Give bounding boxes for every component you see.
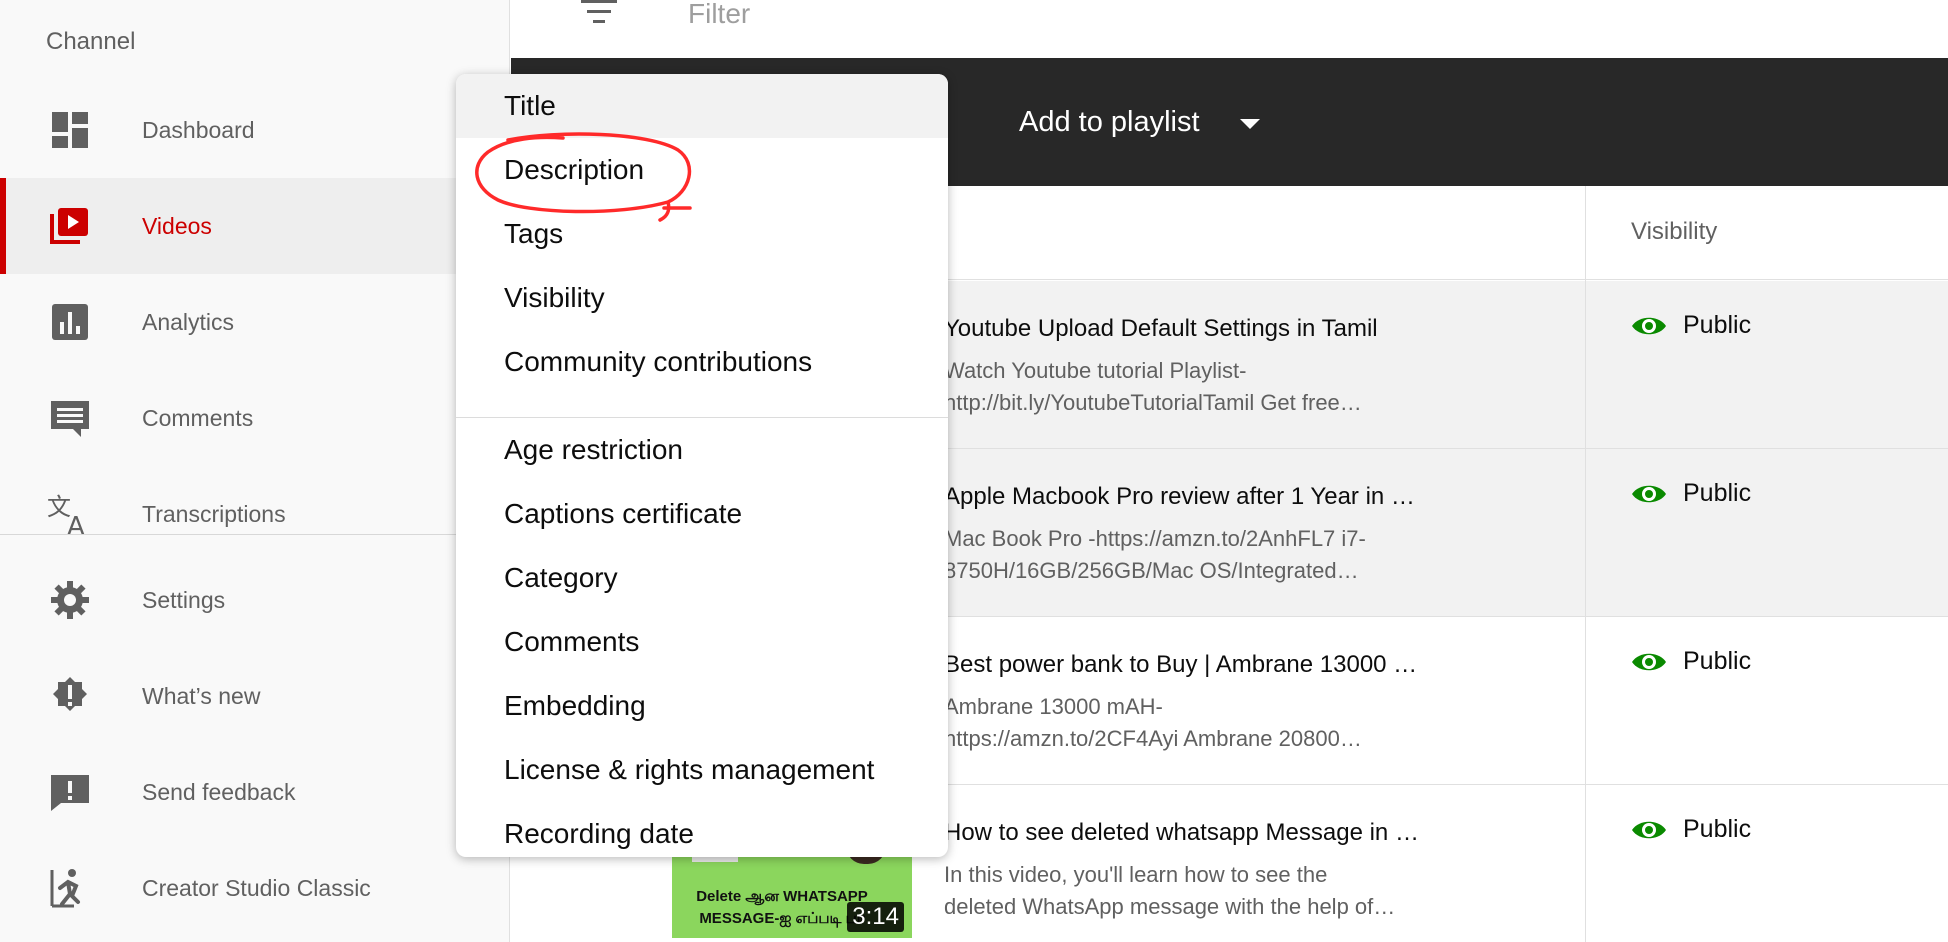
description-line: Ambrane 13000 mAH- [944,694,1163,719]
chevron-down-icon [1239,119,1260,129]
video-title[interactable]: Youtube Upload Default Settings in Tamil [944,315,1378,343]
sidebar-item-label: Send feedback [142,778,296,805]
sidebar-item-label: Settings [142,586,226,613]
sidebar-item-label: Analytics [142,308,235,335]
menu-item-recording-date[interactable]: Recording date [456,802,948,857]
feedback-icon [46,768,94,816]
gear-icon [46,576,94,624]
edit-field-dropdown: Title Description Tags Visibility Commun… [456,74,948,857]
description-line: deleted WhatsApp message with the help o… [944,894,1396,919]
menu-item-tags[interactable]: Tags [456,202,948,266]
sidebar-item-label: Transcriptions [142,500,286,527]
description-line: Mac Book Pro -https://amzn.to/2AnhFL7 i7… [944,526,1366,551]
eye-icon [1632,317,1666,334]
eye-icon [1632,485,1666,502]
eye-icon [1632,821,1666,838]
menu-item-visibility[interactable]: Visibility [456,266,948,330]
menu-item-comments[interactable]: Comments [456,610,948,674]
video-title[interactable]: Apple Macbook Pro review after 1 Year in… [944,483,1415,511]
visibility-column-header[interactable]: Visibility [1631,218,1717,246]
visibility-cell[interactable]: Public [1631,479,1751,508]
sidebar-item-label: Dashboard [142,116,255,143]
menu-item-community-contributions[interactable]: Community contributions [456,330,948,394]
sidebar-item-transcriptions[interactable]: 文A Transcriptions [0,466,510,562]
sidebar-item-send-feedback[interactable]: Send feedback [0,744,510,840]
description-line: http://bit.ly/YoutubeTutorialTamil Get f… [944,390,1362,415]
sidebar-item-label: Comments [142,404,254,431]
whats-new-icon [46,672,94,720]
filter-icon[interactable] [579,0,619,28]
menu-item-age-restriction[interactable]: Age restriction [456,418,948,482]
sidebar-item-label: Videos [142,212,212,239]
analytics-icon [46,298,94,346]
description-line: In this video, you'll learn how to see t… [944,862,1328,887]
visibility-cell[interactable]: Public [1631,311,1751,340]
dashboard-icon [46,106,94,154]
menu-item-category[interactable]: Category [456,546,948,610]
eye-icon [1632,653,1666,670]
visibility-cell[interactable]: Public [1631,815,1751,844]
sidebar-heading: Channel [46,28,136,55]
video-description: In this video, you'll learn how to see t… [944,859,1464,923]
visibility-status: Public [1683,815,1752,843]
description-line: https://amzn.to/2CF4Ayi Ambrane 20800… [944,726,1362,751]
visibility-cell[interactable]: Public [1631,647,1751,676]
comments-icon [46,394,94,442]
visibility-status: Public [1683,311,1752,339]
sidebar-item-comments[interactable]: Comments [0,370,510,466]
menu-item-embedding[interactable]: Embedding [456,674,948,738]
filter-input[interactable]: Filter [688,0,750,30]
description-line: Watch Youtube tutorial Playlist- [944,358,1247,383]
sidebar-item-whats-new[interactable]: What’s new [0,648,510,744]
translate-icon: 文A [46,490,94,538]
video-description: Watch Youtube tutorial Playlist- http://… [944,355,1464,419]
youtube-studio-app: Channel Dashboard Videos Analytics Comme… [0,0,1948,942]
visibility-status: Public [1683,479,1752,507]
add-to-playlist-label: Add to playlist [1019,105,1200,138]
menu-item-captions-certificate[interactable]: Captions certificate [456,482,948,546]
video-duration: 3:14 [847,902,904,932]
sidebar-item-creator-studio-classic[interactable]: Creator Studio Classic [0,840,510,936]
video-title[interactable]: How to see deleted whatsapp Message in … [944,819,1419,847]
exit-icon [46,864,94,912]
sidebar-item-analytics[interactable]: Analytics [0,274,510,370]
active-indicator [0,178,6,274]
filter-bar[interactable]: Filter [511,0,1948,58]
sidebar-item-settings[interactable]: Settings [0,552,510,648]
description-line: 8750H/16GB/256GB/Mac OS/Integrated… [944,558,1359,583]
videos-icon [46,202,94,250]
add-to-playlist-button[interactable]: Add to playlist [1019,102,1260,142]
sidebar-item-videos[interactable]: Videos [0,178,510,274]
menu-item-title[interactable]: Title [456,74,948,138]
column-divider [1585,186,1586,942]
sidebar: Channel Dashboard Videos Analytics Comme… [0,0,510,942]
sidebar-item-label: What’s new [142,682,261,709]
menu-item-license-rights[interactable]: License & rights management [456,738,948,802]
sidebar-divider [0,534,510,535]
visibility-status: Public [1683,647,1752,675]
video-title[interactable]: Best power bank to Buy | Ambrane 13000 … [944,651,1417,679]
menu-item-description[interactable]: Description [456,138,948,202]
sidebar-item-dashboard[interactable]: Dashboard [0,82,510,178]
sidebar-item-label: Creator Studio Classic [142,874,371,901]
video-description: Mac Book Pro -https://amzn.to/2AnhFL7 i7… [944,523,1464,587]
video-description: Ambrane 13000 mAH- https://amzn.to/2CF4A… [944,691,1464,755]
